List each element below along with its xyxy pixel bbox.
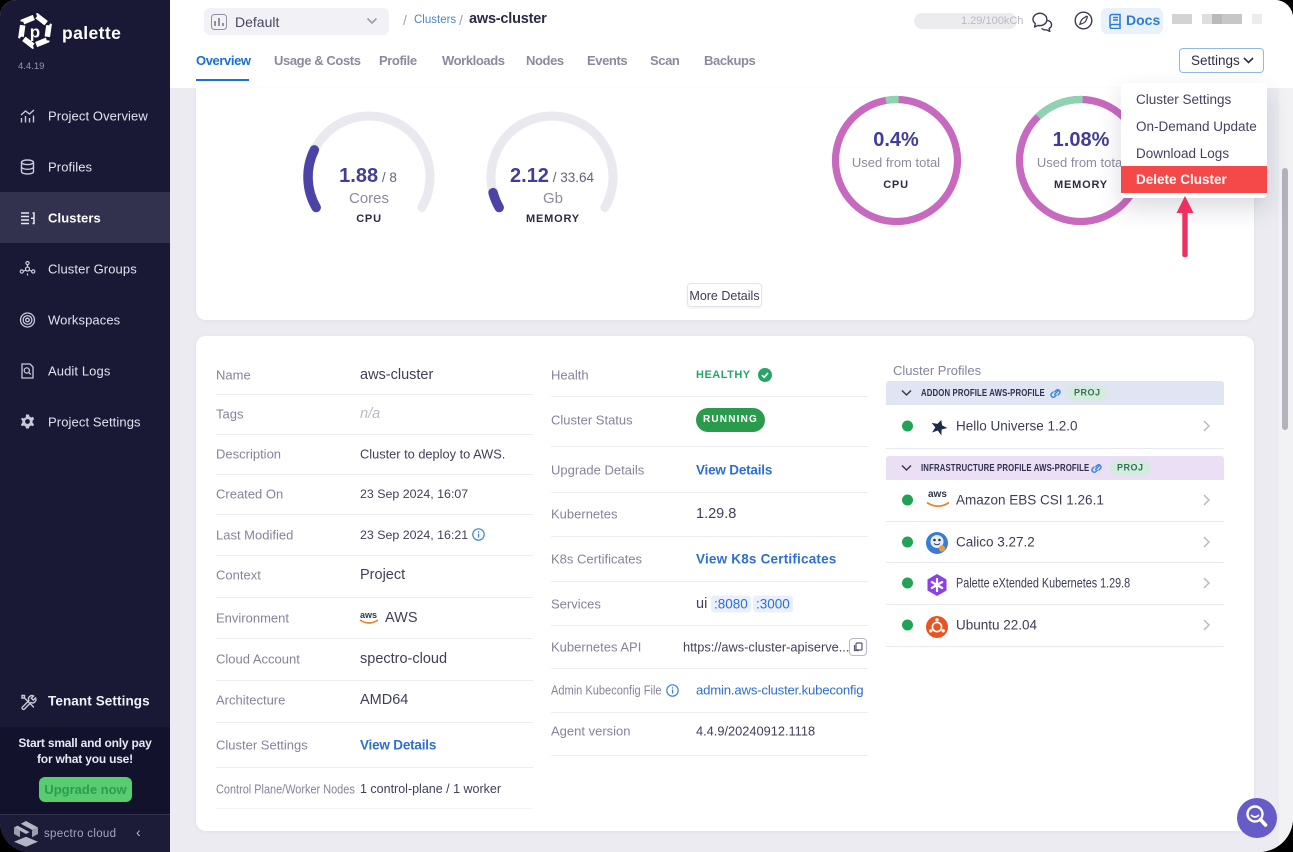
svg-text:p: p bbox=[30, 23, 40, 42]
